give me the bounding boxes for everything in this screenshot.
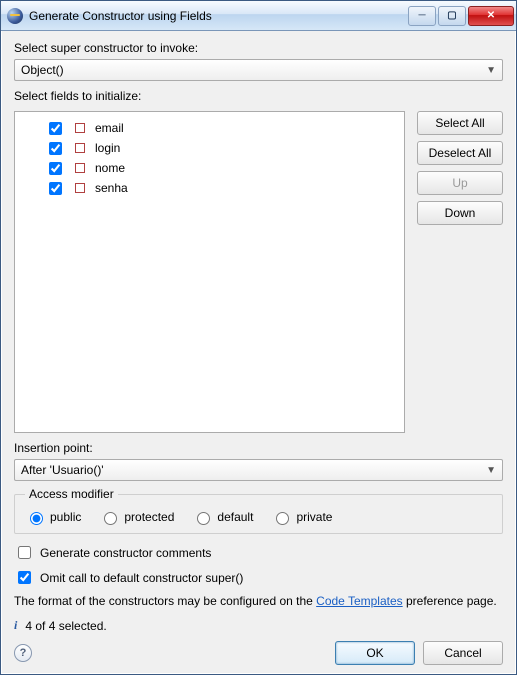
footer: ? OK Cancel xyxy=(14,633,503,665)
field-icon xyxy=(75,123,85,133)
field-row[interactable]: login xyxy=(21,138,398,158)
access-modifier-radios: public protected default private xyxy=(25,509,492,525)
help-icon[interactable]: ? xyxy=(14,644,32,662)
field-row[interactable]: email xyxy=(21,118,398,138)
up-button[interactable]: Up xyxy=(417,171,503,195)
super-constructor-combo[interactable]: Object() ▼ xyxy=(14,59,503,81)
generate-comments-checkbox[interactable] xyxy=(18,546,31,559)
insertion-point-label: Insertion point: xyxy=(14,441,503,455)
close-button[interactable]: ✕ xyxy=(468,6,514,26)
super-constructor-label: Select super constructor to invoke: xyxy=(14,41,503,55)
down-button[interactable]: Down xyxy=(417,201,503,225)
code-templates-link[interactable]: Code Templates xyxy=(316,594,403,608)
fields-list[interactable]: email login nome senha xyxy=(14,111,405,433)
radio-public[interactable]: public xyxy=(25,509,81,525)
generate-comments-label: Generate constructor comments xyxy=(40,546,211,560)
omit-super-row[interactable]: Omit call to default constructor super() xyxy=(14,568,503,587)
radio-private-input[interactable] xyxy=(276,512,289,525)
field-name: senha xyxy=(95,181,128,195)
fields-label: Select fields to initialize: xyxy=(14,89,503,103)
dialog-window: Generate Constructor using Fields ─ ▢ ✕ … xyxy=(0,0,517,675)
cancel-button[interactable]: Cancel xyxy=(423,641,503,665)
window-title: Generate Constructor using Fields xyxy=(29,9,408,23)
field-name: login xyxy=(95,141,120,155)
access-modifier-legend: Access modifier xyxy=(25,487,118,501)
titlebar[interactable]: Generate Constructor using Fields ─ ▢ ✕ xyxy=(1,1,516,31)
side-buttons: Select All Deselect All Up Down xyxy=(417,111,503,433)
eclipse-icon xyxy=(7,8,23,24)
chevron-down-icon: ▼ xyxy=(486,65,496,76)
super-constructor-value: Object() xyxy=(21,63,64,77)
status-line: i 4 of 4 selected. xyxy=(14,618,503,633)
field-checkbox[interactable] xyxy=(49,142,62,155)
deselect-all-button[interactable]: Deselect All xyxy=(417,141,503,165)
field-icon xyxy=(75,183,85,193)
radio-default[interactable]: default xyxy=(192,509,253,525)
field-icon xyxy=(75,163,85,173)
status-text: 4 of 4 selected. xyxy=(25,619,106,633)
field-name: nome xyxy=(95,161,125,175)
template-hint: The format of the constructors may be co… xyxy=(14,594,503,608)
field-checkbox[interactable] xyxy=(49,182,62,195)
field-icon xyxy=(75,143,85,153)
minimize-button[interactable]: ─ xyxy=(408,6,436,26)
maximize-button[interactable]: ▢ xyxy=(438,6,466,26)
window-controls: ─ ▢ ✕ xyxy=(408,6,514,26)
insertion-point-combo[interactable]: After 'Usuario()' ▼ xyxy=(14,459,503,481)
fields-row: email login nome senha xyxy=(14,111,503,433)
select-all-button[interactable]: Select All xyxy=(417,111,503,135)
radio-default-input[interactable] xyxy=(197,512,210,525)
access-modifier-group: Access modifier public protected default… xyxy=(14,487,503,534)
field-checkbox[interactable] xyxy=(49,122,62,135)
field-name: email xyxy=(95,121,124,135)
dialog-content: Select super constructor to invoke: Obje… xyxy=(1,31,516,674)
omit-super-checkbox[interactable] xyxy=(18,571,31,584)
chevron-down-icon: ▼ xyxy=(486,465,496,476)
omit-super-label: Omit call to default constructor super() xyxy=(40,571,243,585)
insertion-point-value: After 'Usuario()' xyxy=(21,463,104,477)
radio-public-input[interactable] xyxy=(30,512,43,525)
ok-button[interactable]: OK xyxy=(335,641,415,665)
radio-protected-input[interactable] xyxy=(104,512,117,525)
field-row[interactable]: senha xyxy=(21,178,398,198)
field-checkbox[interactable] xyxy=(49,162,62,175)
info-icon: i xyxy=(14,618,17,633)
generate-comments-row[interactable]: Generate constructor comments xyxy=(14,543,503,562)
field-row[interactable]: nome xyxy=(21,158,398,178)
radio-private[interactable]: private xyxy=(271,509,332,525)
radio-protected[interactable]: protected xyxy=(99,509,174,525)
